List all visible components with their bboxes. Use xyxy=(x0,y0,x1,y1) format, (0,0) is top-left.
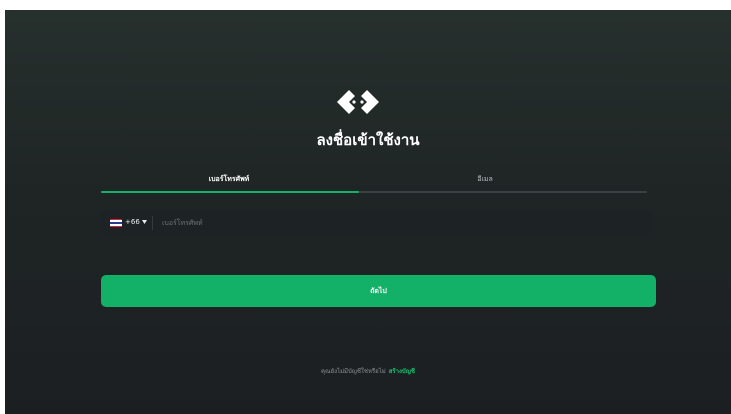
create-account-link[interactable]: สร้างบัญชี xyxy=(389,368,415,375)
phone-field: +66 xyxy=(101,210,651,236)
tab-phone[interactable]: เบอร์โทรศัพท์ xyxy=(101,174,357,185)
chevron-down-icon[interactable] xyxy=(142,220,147,224)
field-divider xyxy=(152,216,153,230)
page-title: ลงชื่อเข้าใช้งาน xyxy=(316,131,420,149)
next-button[interactable]: ถัดไป xyxy=(101,275,656,307)
brand-logo-icon xyxy=(337,90,379,114)
tab-email[interactable]: อีเมล xyxy=(357,174,613,185)
login-panel: ลงชื่อเข้าใช้งาน เบอร์โทรศัพท์ อีเมล +66… xyxy=(5,10,731,414)
signup-prompt-text: คุณยังไม่มีบัญชีใช่หรือไม่ xyxy=(321,368,386,375)
thailand-flag-icon[interactable] xyxy=(110,219,122,227)
active-tab-indicator xyxy=(101,191,359,193)
country-code[interactable]: +66 xyxy=(125,218,140,226)
phone-number-input[interactable] xyxy=(158,214,646,232)
signup-prompt: คุณยังไม่มีบัญชีใช่หรือไม่ สร้างบัญชี xyxy=(5,366,731,376)
